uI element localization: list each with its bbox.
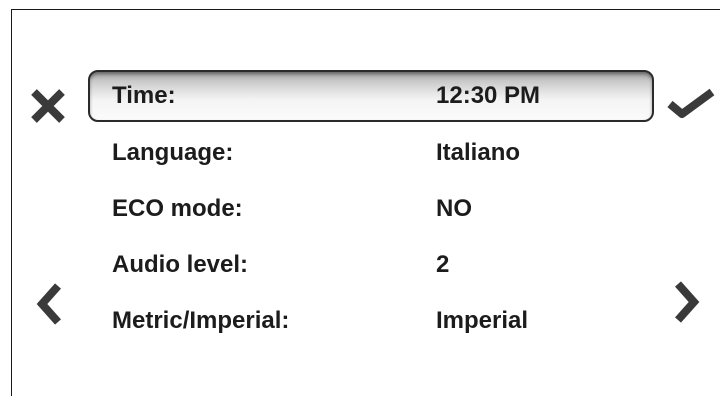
confirm-button[interactable] xyxy=(666,84,716,124)
previous-page-button[interactable] xyxy=(34,282,64,326)
cancel-button[interactable] xyxy=(28,86,68,126)
chevron-right-icon xyxy=(675,281,700,323)
menu-item-value: 12:30 PM xyxy=(436,82,541,109)
menu-item-label: Time: xyxy=(112,82,176,109)
menu-item-audio-level[interactable]: Audio level: 2 xyxy=(88,237,654,293)
menu-item-label: ECO mode: xyxy=(112,195,243,222)
close-icon xyxy=(31,89,65,123)
menu-item-time[interactable]: Time: 12:30 PM xyxy=(88,70,654,122)
next-page-button[interactable] xyxy=(672,280,702,324)
menu-item-value: Italiano xyxy=(436,139,521,166)
menu-item-value: NO xyxy=(436,195,472,222)
settings-menu: Time: 12:30 PM Language: Italiano ECO mo… xyxy=(88,70,654,349)
checkmark-icon xyxy=(667,88,715,118)
menu-item-label: Metric/Imperial: xyxy=(112,307,290,334)
menu-item-value: 2 xyxy=(436,251,450,278)
menu-item-label: Language: xyxy=(112,139,234,166)
frame-border-top xyxy=(11,9,720,10)
settings-screen: Time: 12:30 PM Language: Italiano ECO mo… xyxy=(0,0,720,396)
menu-item-value: Imperial xyxy=(436,307,529,334)
menu-item-eco-mode[interactable]: ECO mode: NO xyxy=(88,181,654,237)
menu-item-metric-imperial[interactable]: Metric/Imperial: Imperial xyxy=(88,293,654,349)
menu-item-language[interactable]: Language: Italiano xyxy=(88,125,654,181)
frame-border-left xyxy=(11,9,12,396)
chevron-left-icon xyxy=(36,283,61,325)
menu-item-label: Audio level: xyxy=(112,251,249,278)
